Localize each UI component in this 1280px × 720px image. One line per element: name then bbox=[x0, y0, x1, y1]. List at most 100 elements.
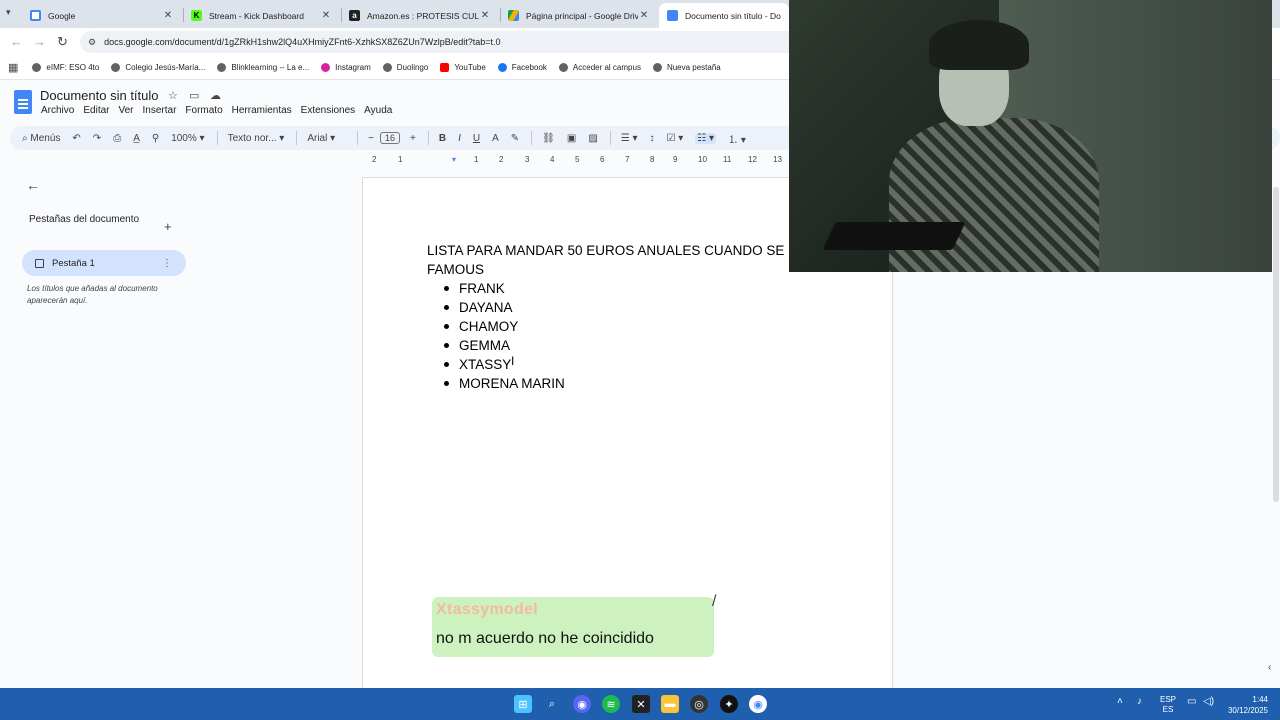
close-icon[interactable]: ✕ bbox=[638, 10, 650, 21]
reload-icon[interactable]: ↻ bbox=[57, 34, 68, 50]
network-icon[interactable]: ▭ bbox=[1187, 696, 1196, 707]
align-icon[interactable]: ☰ ▾ bbox=[621, 133, 638, 144]
tab-title: Amazon.es : PROTESIS CULO bbox=[367, 10, 479, 21]
obs-icon[interactable]: ◎ bbox=[690, 695, 708, 713]
numbered-list-icon[interactable]: ⒈ ▾ bbox=[728, 131, 746, 146]
increase-font-icon[interactable]: + bbox=[410, 133, 416, 144]
chevron-left-icon[interactable]: ‹ bbox=[1268, 662, 1271, 673]
microphone-icon[interactable]: ♪ bbox=[1137, 696, 1142, 707]
file-explorer-icon[interactable]: ▬ bbox=[661, 695, 679, 713]
text-color-icon[interactable]: A bbox=[492, 133, 499, 144]
back-arrow-icon[interactable]: ← bbox=[26, 177, 40, 193]
more-options-icon[interactable]: ⋮ bbox=[162, 258, 172, 269]
back-icon[interactable]: ← bbox=[10, 34, 23, 49]
close-icon[interactable]: ✕ bbox=[479, 10, 491, 21]
volume-icon[interactable]: ◁) bbox=[1203, 696, 1214, 707]
style-value: Texto nor... bbox=[227, 132, 277, 144]
line-spacing-icon[interactable]: ↕ bbox=[650, 133, 655, 144]
windows-start-icon[interactable]: ⊞ bbox=[514, 695, 532, 713]
zoom-select[interactable]: 100% ▾ bbox=[171, 133, 204, 144]
vertical-scrollbar[interactable] bbox=[1272, 167, 1280, 688]
bookmark-eimf[interactable]: eIMF: ESO 4to bbox=[32, 63, 99, 72]
font-select[interactable]: Arial ▾ bbox=[307, 133, 335, 144]
spotify-icon[interactable]: ≋ bbox=[602, 695, 620, 713]
windows-taskbar: ⊞ ⌕ ◉ ≋ ✕ ▬ ◎ ✦ ◉ ˄ ♪ ESP ES ▭ ◁) 1:44 3… bbox=[0, 688, 1280, 720]
language-indicator[interactable]: ESP ES bbox=[1160, 695, 1176, 715]
menu-ayuda[interactable]: Ayuda bbox=[364, 105, 392, 116]
move-folder-icon[interactable]: ▭ bbox=[189, 89, 199, 102]
document-tab-item[interactable]: Pestaña 1 ⋮ bbox=[22, 250, 186, 276]
site-info-icon[interactable]: ⚙ bbox=[88, 37, 96, 48]
bookmark-label: Colegio Jesús-María... bbox=[125, 63, 206, 72]
menu-archivo[interactable]: Archivo bbox=[41, 105, 74, 116]
indent-marker-icon[interactable]: ▾ bbox=[452, 155, 456, 164]
tab-google[interactable]: Google ✕ bbox=[22, 3, 182, 28]
discord-icon[interactable]: ◉ bbox=[573, 695, 591, 713]
menu-formato[interactable]: Formato bbox=[185, 105, 222, 116]
document-title[interactable]: Documento sin título bbox=[40, 88, 159, 103]
undo-icon[interactable]: ↶ bbox=[72, 133, 80, 144]
paint-format-icon[interactable]: ⚲ bbox=[152, 133, 159, 144]
bulleted-list-icon[interactable]: ☷ ▾ bbox=[695, 132, 717, 144]
menu-editar[interactable]: Editar bbox=[83, 105, 109, 116]
docs-icon bbox=[667, 10, 678, 21]
font-size-input[interactable]: 16 bbox=[379, 132, 400, 144]
menu-insertar[interactable]: Insertar bbox=[143, 105, 177, 116]
capcut-icon[interactable]: ✕ bbox=[632, 695, 650, 713]
search-icon[interactable]: ⌕ bbox=[543, 695, 561, 713]
scrollbar-thumb[interactable] bbox=[1273, 187, 1279, 502]
ruler-label: 5 bbox=[575, 155, 580, 164]
tab-kick[interactable]: K Stream - Kick Dashboard ✕ bbox=[183, 3, 340, 28]
app-icon[interactable]: ✦ bbox=[720, 695, 738, 713]
docs-logo-icon[interactable] bbox=[14, 90, 32, 114]
spellcheck-icon[interactable]: A̲ bbox=[133, 133, 140, 144]
add-tab-icon[interactable]: + bbox=[164, 219, 172, 234]
tab-docs[interactable]: Documento sin título - Docum bbox=[659, 3, 789, 28]
url-text: docs.google.com/document/d/1gZRkH1shw2lQ… bbox=[104, 37, 501, 47]
checklist-icon[interactable]: ☑ ▾ bbox=[667, 133, 684, 144]
redo-icon[interactable]: ↷ bbox=[93, 133, 101, 144]
apps-grid-icon[interactable]: ▦ bbox=[8, 61, 18, 74]
chrome-icon[interactable]: ◉ bbox=[749, 695, 767, 713]
style-select[interactable]: Texto nor... ▾ bbox=[228, 133, 285, 144]
bookmark-new-tab[interactable]: Nueva pestaña bbox=[652, 63, 721, 72]
star-icon[interactable]: ☆ bbox=[168, 89, 178, 102]
tab-amazon[interactable]: a Amazon.es : PROTESIS CULO ✕ bbox=[341, 3, 499, 28]
print-icon[interactable]: ⎙ bbox=[113, 133, 121, 144]
toolbar-divider bbox=[609, 131, 611, 145]
bookmark-youtube[interactable]: YouTube bbox=[440, 63, 486, 72]
comment-icon[interactable]: ▣ bbox=[567, 133, 576, 144]
bookmark-instagram[interactable]: Instagram bbox=[321, 63, 371, 72]
close-icon[interactable]: ✕ bbox=[162, 10, 174, 21]
decrease-font-icon[interactable]: − bbox=[368, 133, 374, 144]
cloud-saved-icon[interactable]: ☁ bbox=[210, 89, 221, 102]
highlight-icon[interactable]: ✎ bbox=[511, 133, 519, 144]
globe-icon bbox=[558, 63, 568, 72]
chevron-up-icon[interactable]: ˄ bbox=[1117, 696, 1123, 707]
close-icon[interactable]: ✕ bbox=[320, 10, 332, 21]
bookmark-campus[interactable]: Acceder al campus bbox=[558, 63, 641, 72]
bookmark-blinklearning[interactable]: Blinklearning -- La e... bbox=[217, 63, 309, 72]
bulleted-list: FRANK DAYANA CHAMOY GEMMA XTASSY MORENA … bbox=[427, 279, 887, 393]
menu-extensiones[interactable]: Extensiones bbox=[301, 105, 355, 116]
bold-icon[interactable]: B bbox=[439, 133, 446, 144]
toolbar-divider bbox=[216, 131, 218, 145]
vertical-ruler[interactable] bbox=[0, 167, 10, 688]
bookmark-facebook[interactable]: Facebook bbox=[497, 63, 547, 72]
menu-ver[interactable]: Ver bbox=[118, 105, 133, 116]
bookmark-duolingo[interactable]: Duolingo bbox=[382, 63, 428, 72]
youtube-icon bbox=[440, 63, 450, 72]
italic-icon[interactable]: I bbox=[458, 133, 461, 144]
bookmark-colegio[interactable]: Colegio Jesús-María... bbox=[111, 63, 205, 72]
menus-search[interactable]: ⌕ Menús bbox=[22, 133, 60, 144]
image-icon[interactable]: ▨ bbox=[588, 133, 597, 144]
horizontal-ruler[interactable]: 2 1 ▾ 1 2 3 4 5 6 7 8 9 10 11 12 13 bbox=[362, 153, 792, 167]
tab-search-icon[interactable]: ▾ bbox=[6, 7, 11, 18]
tab-drive[interactable]: Página principal - Google Drive ✕ bbox=[500, 3, 658, 28]
forward-icon[interactable]: → bbox=[33, 34, 46, 49]
system-clock[interactable]: 1:44 30/12/2025 bbox=[1222, 694, 1268, 716]
link-icon[interactable]: ⛓ bbox=[542, 133, 555, 144]
chat-message-overlay: Xtassymodel no m acuerdo no he coincidid… bbox=[432, 597, 714, 657]
menu-herramientas[interactable]: Herramientas bbox=[232, 105, 292, 116]
underline-icon[interactable]: U bbox=[473, 133, 480, 144]
